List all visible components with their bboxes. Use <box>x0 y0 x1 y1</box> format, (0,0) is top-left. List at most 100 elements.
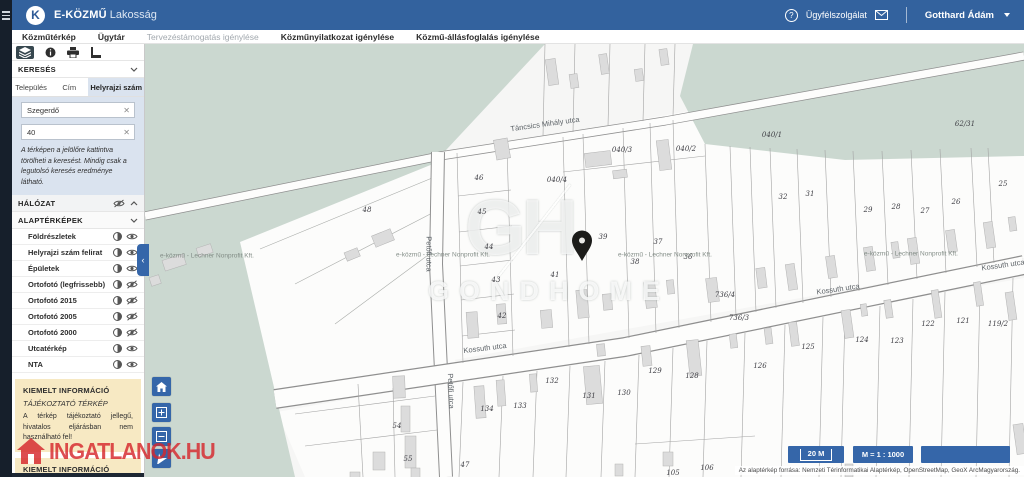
search-tab[interactable]: Cím <box>50 78 88 96</box>
contrast-icon[interactable] <box>113 344 122 353</box>
contrast-icon[interactable] <box>113 312 122 321</box>
layers-tool-button[interactable] <box>16 46 34 59</box>
layer-row[interactable]: Ortofotó 2005 <box>12 309 144 325</box>
parcel-number: 26 <box>952 198 961 206</box>
contrast-icon[interactable] <box>113 360 122 369</box>
eye-off-icon[interactable] <box>126 312 138 321</box>
settlement-field[interactable]: ✕ <box>21 102 135 118</box>
eye-icon[interactable] <box>126 232 138 241</box>
layer-label: NTA <box>28 360 109 369</box>
help-icon[interactable]: ? <box>785 9 798 22</box>
street-name: Kossuth utca <box>463 341 507 355</box>
eye-icon[interactable] <box>126 344 138 353</box>
navigate-button[interactable] <box>152 449 171 468</box>
network-section-header[interactable]: HÁLÓZAT <box>12 195 144 212</box>
contrast-icon[interactable] <box>113 248 122 257</box>
layer-row[interactable]: Földrészletek <box>12 229 144 245</box>
parcel-number-input[interactable] <box>22 127 124 138</box>
parcel-number: 131 <box>582 392 595 400</box>
settlement-input[interactable] <box>22 105 124 116</box>
contrast-icon[interactable] <box>113 296 122 305</box>
layer-row[interactable]: NTA <box>12 357 144 373</box>
parcel-number: 123 <box>890 337 903 345</box>
parcel-number-field[interactable]: ✕ <box>21 124 135 140</box>
parcel-number: 44 <box>485 243 494 251</box>
parcel-number: 133 <box>513 402 526 410</box>
home-icon <box>156 382 167 392</box>
parcel-number: 25 <box>999 180 1008 188</box>
eye-off-icon[interactable] <box>113 199 125 208</box>
basemaps-title: ALAPTÉRKÉPEK <box>18 216 83 225</box>
contrast-icon[interactable] <box>113 264 122 273</box>
map-copyright-text: e-közmű - Lechner Nonprofit Kft. <box>160 253 254 260</box>
scale-bar: 20 M <box>788 446 844 463</box>
layer-row[interactable]: Ortofotó 2015 <box>12 293 144 309</box>
layer-label: Ortofotó 2000 <box>28 328 109 337</box>
parcel-number: 27 <box>921 207 930 215</box>
zoom-in-button[interactable] <box>152 403 171 422</box>
home-button[interactable] <box>152 377 171 396</box>
brand-bold: E-KÖZMŰ <box>54 9 107 21</box>
printer-icon <box>67 47 79 58</box>
top-bar: K E-KÖZMŰLakosság ? Ügyfélszolgálat Gott… <box>12 0 1024 30</box>
hamburger-menu-icon[interactable] <box>2 9 10 22</box>
nav-tab-2: Tervezéstámogatás igénylése <box>147 32 259 42</box>
search-tab[interactable]: Helyrajzi szám <box>88 78 144 96</box>
chevron-down-icon[interactable] <box>1004 13 1010 17</box>
info-tool-button[interactable] <box>45 47 56 58</box>
parcel-number: 48 <box>363 206 372 214</box>
nav-tab-1[interactable]: Ügytár <box>98 32 125 42</box>
scale-ratio: M = 1 : 1000 <box>853 446 913 463</box>
envelope-icon[interactable] <box>875 10 888 20</box>
layer-row[interactable]: Épületek <box>12 261 144 277</box>
info-box-body: A térkép tájékoztató jellegű, hivatalos … <box>23 412 133 444</box>
nav-tab-0[interactable]: Közműtérkép <box>22 32 76 42</box>
parcel-number: 38 <box>631 258 640 266</box>
app-logo-icon: K <box>26 6 45 25</box>
eye-off-icon[interactable] <box>126 280 138 289</box>
parcel-number: 32 <box>779 193 788 201</box>
parcel-number: 105 <box>666 469 679 477</box>
navigation-arrow-icon <box>156 453 167 464</box>
eye-off-icon[interactable] <box>126 328 138 337</box>
layer-row[interactable]: Ortofotó 2000 <box>12 325 144 341</box>
info-box-subtitle: TÁJÉKOZTATÓ TÉRKÉP <box>23 399 133 408</box>
layer-row[interactable]: Utcatérkép <box>12 341 144 357</box>
sidebar-collapse-button[interactable]: ‹ <box>137 244 149 276</box>
sidebar-toolbar <box>12 44 144 61</box>
parcel-number: 39 <box>599 233 608 241</box>
measure-tool-button[interactable] <box>90 47 101 58</box>
search-tabs: TelepülésCímHelyrajzi szám <box>12 78 144 97</box>
clear-icon[interactable]: ✕ <box>123 128 130 137</box>
parcel-number: 129 <box>648 367 661 375</box>
nav-tab-3[interactable]: Közműnyilatkozat igénylése <box>281 32 394 42</box>
zoom-out-button[interactable] <box>152 427 171 446</box>
eye-off-icon[interactable] <box>126 296 138 305</box>
print-tool-button[interactable] <box>67 47 79 58</box>
parcel-number: 736/3 <box>729 314 749 322</box>
search-note: A térképen a jelölőre kattintva törölhet… <box>21 146 135 188</box>
contrast-icon[interactable] <box>113 232 122 241</box>
contrast-icon[interactable] <box>113 328 122 337</box>
parcel-number: 43 <box>492 276 501 284</box>
parcel-number: 42 <box>498 312 507 320</box>
search-section-header[interactable]: KERESÉS <box>12 61 144 78</box>
layer-row[interactable]: Ortofotó (legfrissebb) <box>12 277 144 293</box>
layer-row[interactable]: Helyrajzi szám felirat <box>12 245 144 261</box>
info-icon <box>45 47 56 58</box>
map-viewport[interactable]: GH GONDHOME 48464544434241040/4040/3040/… <box>145 44 1024 477</box>
contrast-icon[interactable] <box>113 280 122 289</box>
clear-icon[interactable]: ✕ <box>123 106 130 115</box>
chevron-down-icon <box>130 218 138 223</box>
nav-tab-4[interactable]: Közmű-állásfoglalás igénylése <box>416 32 539 42</box>
search-title: KERESÉS <box>18 65 56 74</box>
street-name: Kossuth utca <box>816 282 860 297</box>
basemaps-section-header[interactable]: ALAPTÉRKÉPEK <box>12 212 144 229</box>
parcel-number: 29 <box>864 206 873 214</box>
layer-label: Ortofotó 2005 <box>28 312 109 321</box>
eye-icon[interactable] <box>126 360 138 369</box>
user-name[interactable]: Gotthard Ádám <box>925 10 994 21</box>
search-tab[interactable]: Település <box>12 78 50 96</box>
parcel-number: 040/3 <box>612 146 632 154</box>
support-link[interactable]: Ügyfélszolgálat <box>806 10 867 20</box>
